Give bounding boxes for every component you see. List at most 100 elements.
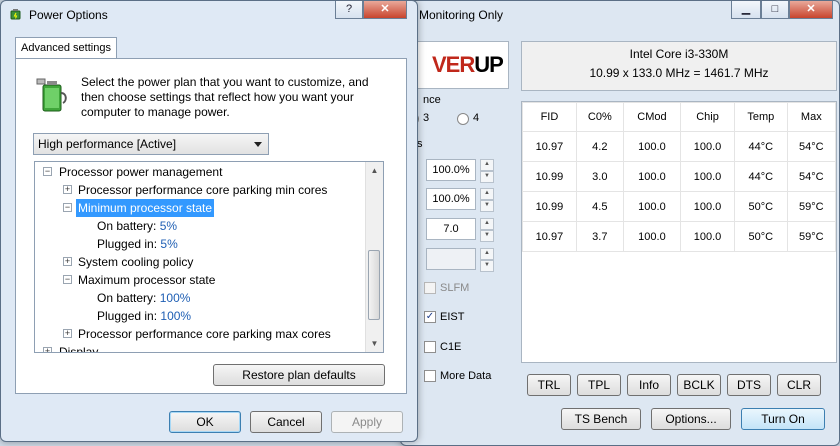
tpl-button[interactable]: TPL bbox=[577, 374, 621, 396]
eist-label: EIST bbox=[440, 311, 465, 323]
cpu-name: Intel Core i3-330M bbox=[629, 47, 729, 61]
ts-titlebar[interactable]: Monitoring Only ▁ □ ✕ bbox=[401, 1, 839, 29]
cell: 10.99 bbox=[522, 191, 577, 222]
c1e-label: C1E bbox=[440, 341, 462, 353]
col-cmod: CMod bbox=[622, 102, 682, 132]
cpu-table-box: FID C0% CMod Chip Temp Max 10.97 4.2 100… bbox=[521, 101, 837, 363]
tree-item-max-plugged[interactable]: Plugged in: 100% bbox=[97, 307, 191, 325]
spin-2-arrows[interactable]: ▲ ▼ bbox=[480, 188, 494, 212]
tree-item-min-battery[interactable]: On battery: 5% bbox=[97, 217, 177, 235]
table-row: 10.97 3.7 100.0 100.0 50°C 59°C bbox=[522, 221, 837, 252]
table-row: 10.97 4.2 100.0 100.0 44°C 54°C bbox=[522, 131, 837, 162]
spin-1[interactable]: 100.0% bbox=[426, 159, 476, 181]
col-max: Max bbox=[786, 102, 837, 132]
slfm-checkbox[interactable] bbox=[424, 282, 436, 294]
tree-label: Maximum processor state bbox=[78, 273, 216, 287]
scroll-down-icon[interactable]: ▼ bbox=[366, 335, 383, 352]
collapse-icon[interactable]: − bbox=[63, 203, 72, 212]
cell: 100.0 bbox=[622, 221, 682, 252]
power-plan-select[interactable]: High performance [Active] bbox=[33, 133, 269, 155]
table-row: 10.99 3.0 100.0 100.0 44°C 54°C bbox=[522, 161, 837, 192]
tree-label: Plugged in: bbox=[97, 237, 158, 251]
cpu-frequency: 10.99 x 133.0 MHz = 1461.7 MHz bbox=[589, 66, 769, 80]
tree-label: System cooling policy bbox=[78, 255, 194, 269]
dts-button[interactable]: DTS bbox=[727, 374, 771, 396]
cell: 4.5 bbox=[575, 191, 624, 222]
min-plugged-value[interactable]: 5% bbox=[160, 237, 177, 251]
scroll-thumb[interactable] bbox=[368, 250, 380, 320]
spin-4-arrows[interactable]: ▲ ▼ bbox=[480, 248, 494, 272]
tree-label-selected: Minimum processor state bbox=[76, 199, 215, 217]
spin-4[interactable] bbox=[426, 248, 476, 270]
col-chip: Chip bbox=[680, 102, 735, 132]
max-battery-value[interactable]: 100% bbox=[160, 291, 191, 305]
radio-4-label: 4 bbox=[473, 112, 480, 124]
cell: 100.0 bbox=[680, 191, 735, 222]
cell: 10.99 bbox=[522, 161, 577, 192]
spin-1-arrows[interactable]: ▲ ▼ bbox=[480, 159, 494, 183]
collapse-icon[interactable]: − bbox=[43, 167, 52, 176]
cell: 100.0 bbox=[680, 221, 735, 252]
cell: 10.97 bbox=[522, 221, 577, 252]
minimize-icon[interactable]: ▁ bbox=[731, 1, 761, 19]
battery-plug-icon bbox=[35, 77, 71, 113]
tree-item-min-plugged[interactable]: Plugged in: 5% bbox=[97, 235, 178, 253]
radio-4[interactable] bbox=[457, 113, 469, 125]
tree-label: Plugged in: bbox=[97, 309, 158, 323]
turn-on-button[interactable]: Turn On bbox=[741, 408, 825, 430]
ok-button[interactable]: OK bbox=[169, 411, 241, 433]
restore-defaults-button[interactable]: Restore plan defaults bbox=[213, 364, 385, 386]
tree-label: Display bbox=[59, 345, 99, 353]
help-icon[interactable]: ? bbox=[335, 1, 363, 19]
more-data-checkbox[interactable] bbox=[424, 370, 436, 382]
cell: 50°C bbox=[733, 191, 788, 222]
po-title: Power Options bbox=[29, 8, 108, 22]
cell: 100.0 bbox=[680, 161, 735, 192]
expand-icon[interactable]: + bbox=[43, 347, 52, 352]
ts-bench-button[interactable]: TS Bench bbox=[561, 408, 641, 430]
expand-icon[interactable]: + bbox=[63, 329, 72, 338]
expand-icon[interactable]: + bbox=[63, 257, 72, 266]
tree-label: On battery: bbox=[97, 219, 157, 233]
spin-3[interactable]: 7.0 bbox=[426, 218, 476, 240]
cell: 54°C bbox=[786, 161, 837, 192]
settings-tree[interactable]: − Processor power management + Processor… bbox=[34, 161, 384, 353]
tree-scrollbar[interactable]: ▲ ▼ bbox=[365, 162, 383, 352]
expand-icon[interactable]: + bbox=[63, 185, 72, 194]
close-icon[interactable]: ✕ bbox=[789, 1, 833, 19]
scroll-up-icon[interactable]: ▲ bbox=[366, 162, 383, 179]
slfm-label: SLFM bbox=[440, 282, 470, 294]
trl-button[interactable]: TRL bbox=[527, 374, 571, 396]
info-button[interactable]: Info bbox=[627, 374, 671, 396]
cell: 100.0 bbox=[622, 191, 682, 222]
clr-button[interactable]: CLR bbox=[777, 374, 821, 396]
power-options-window: Power Options ? ✕ Advanced settings Sele… bbox=[0, 0, 418, 442]
eist-checkbox[interactable]: ✓ bbox=[424, 311, 436, 323]
cell: 3.0 bbox=[575, 161, 624, 192]
min-battery-value[interactable]: 5% bbox=[160, 219, 177, 233]
po-titlebar[interactable]: Power Options ? ✕ bbox=[1, 1, 417, 29]
apply-button[interactable]: Apply bbox=[331, 411, 403, 433]
c1e-checkbox[interactable] bbox=[424, 341, 436, 353]
logo-text-black: UP bbox=[474, 52, 504, 77]
options-button[interactable]: Options... bbox=[651, 408, 731, 430]
tab-advanced-settings[interactable]: Advanced settings bbox=[15, 37, 117, 59]
max-plugged-value[interactable]: 100% bbox=[160, 309, 191, 323]
maximize-icon[interactable]: □ bbox=[761, 1, 789, 19]
tree-label: Processor performance core parking min c… bbox=[78, 183, 328, 197]
collapse-icon[interactable]: − bbox=[63, 275, 72, 284]
section-label: nce bbox=[423, 94, 441, 106]
ts-logo: VERUP bbox=[413, 41, 509, 89]
tree-label: Processor performance core parking max c… bbox=[78, 327, 331, 341]
tree-item-max-battery[interactable]: On battery: 100% bbox=[97, 289, 190, 307]
spin-2[interactable]: 100.0% bbox=[426, 188, 476, 210]
col-temp: Temp bbox=[733, 102, 788, 132]
chevron-down-icon bbox=[254, 142, 262, 147]
spin-3-arrows[interactable]: ▲ ▼ bbox=[480, 218, 494, 242]
cpu-table: FID C0% CMod Chip Temp Max 10.97 4.2 100… bbox=[522, 102, 837, 252]
tree-label: Processor power management bbox=[59, 165, 223, 179]
cell: 44°C bbox=[733, 131, 788, 162]
cancel-button[interactable]: Cancel bbox=[250, 411, 322, 433]
close-icon[interactable]: ✕ bbox=[363, 1, 407, 19]
bclk-button[interactable]: BCLK bbox=[677, 374, 721, 396]
